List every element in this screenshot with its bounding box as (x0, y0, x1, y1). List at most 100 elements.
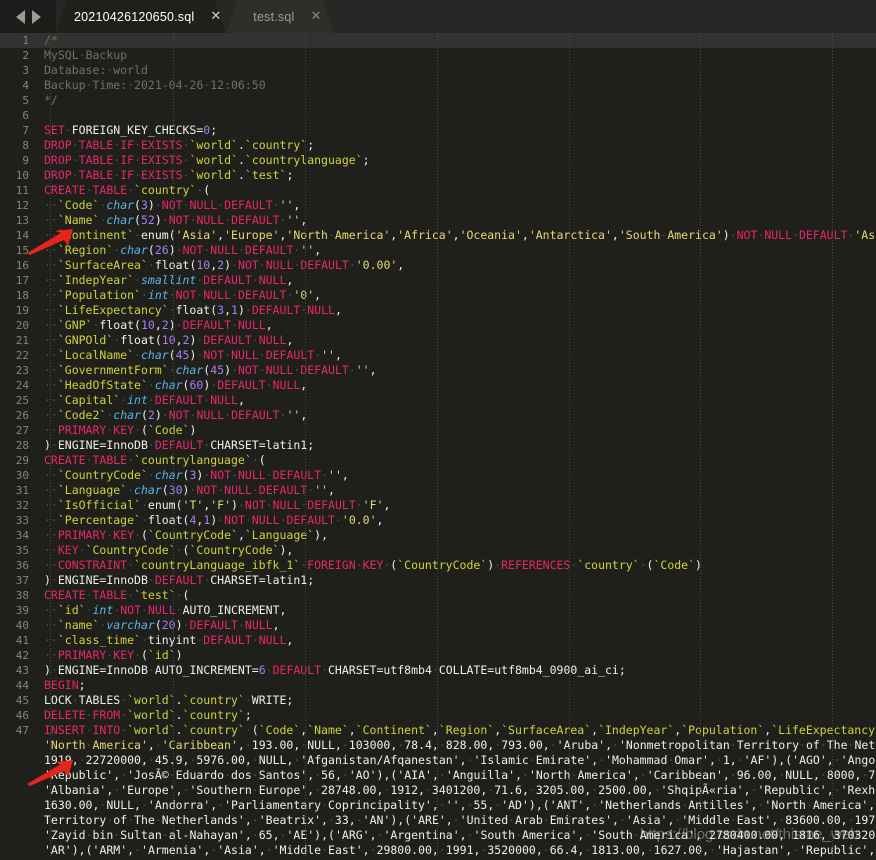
line-number: 32 (15, 499, 29, 512)
code-line[interactable]: 2 MySQL·Backup (0, 48, 876, 63)
code-text: 1630.00,·NULL,·'Andorra',·'Parliamentary… (44, 798, 876, 812)
line-number: 9 (22, 154, 29, 167)
code-line[interactable]: 24 ··`HeadOfState`·char(60)·DEFAULT·NULL, (0, 378, 876, 393)
code-line[interactable]: 31 ··`Language`·char(30)·NOT·NULL·DEFAULT… (0, 483, 876, 498)
code-text: CREATE·TABLE·`test`·( (44, 588, 190, 602)
line-number: 26 (15, 409, 29, 422)
code-line[interactable]: 38 CREATE·TABLE·`test`·( (0, 588, 876, 603)
code-text: 'Albania',·'Europe',·'Southern·Europe',·… (44, 783, 876, 797)
code-line[interactable]: 'North·America',·'Caribbean',·193.00,·NU… (0, 738, 876, 753)
tab-2[interactable]: test.sql ✕ (225, 0, 335, 33)
code-line[interactable]: 40 ··`name`·varchar(20)·DEFAULT·NULL, (0, 618, 876, 633)
code-line[interactable]: 10 DROP·TABLE·IF·EXISTS·`world`.`test`; (0, 168, 876, 183)
code-text: 1919,·22720000,·45.9,·5976.00,·NULL,·'Af… (44, 753, 876, 767)
code-text: ··`Percentage`·float(4,1)·NOT·NULL·DEFAU… (44, 513, 384, 527)
line-number: 47 (15, 724, 29, 737)
code-editor[interactable]: 1 /* 2 MySQL·Backup 3 Database:·world 4 Backup·… (0, 33, 876, 860)
code-text: Territory·of·The·Netherlands',·'Beatrix'… (44, 813, 876, 827)
code-text: )·ENGINE=InnoDB·DEFAULT·CHARSET=latin1; (44, 573, 315, 587)
code-line[interactable]: 'Albania',·'Europe',·'Southern·Europe',·… (0, 783, 876, 798)
code-line[interactable]: 30 ··`CountryCode`·char(3)·NOT·NULL·DEFAU… (0, 468, 876, 483)
code-line[interactable]: 29 CREATE·TABLE·`countrylanguage`·( (0, 453, 876, 468)
tab-label: test.sql (253, 9, 295, 24)
code-text: ··`LifeExpectancy`·float(3,1)·DEFAULT·NU… (44, 303, 342, 317)
code-line[interactable]: 42 ··PRIMARY·KEY·(`id`) (0, 648, 876, 663)
code-line[interactable]: 7 SET·FOREIGN_KEY_CHECKS=0; (0, 123, 876, 138)
code-line[interactable]: 3 Database:·world (0, 63, 876, 78)
code-line[interactable]: 45 LOCK·TABLES·`world`.`country`·WRITE; (0, 693, 876, 708)
close-icon[interactable]: ✕ (311, 10, 322, 23)
line-number (0, 753, 38, 768)
code-line[interactable]: 1919,·22720000,·45.9,·5976.00,·NULL,·'Af… (0, 753, 876, 768)
code-line[interactable]: 'Zayid·bin·Sultan·al-Nahayan',·65,·'AE')… (0, 828, 876, 843)
code-text: Backup·Time:·2021-04-26·12:06:50 (44, 78, 266, 92)
code-line[interactable]: 'AR'),('ARM',·'Armenia',·'Asia',·'Middle… (0, 843, 876, 858)
code-line[interactable]: 22 ··`LocalName`·char(45)·NOT·NULL·DEFAUL… (0, 348, 876, 363)
code-text: )·ENGINE=InnoDB·DEFAULT·CHARSET=latin1; (44, 438, 315, 452)
code-text: 'AR'),('ARM',·'Armenia',·'Asia',·'Middle… (44, 843, 876, 857)
code-line[interactable]: 25 ··`Capital`·int·DEFAULT·NULL, (0, 393, 876, 408)
code-line[interactable]: 36 ··CONSTRAINT·`countryLanguage_ibfk_1`·… (0, 558, 876, 573)
line-number: 3 (22, 64, 29, 77)
line-number: 10 (15, 169, 29, 182)
code-line[interactable]: 12 ··`Code`·char(3)·NOT·NULL·DEFAULT·'', (0, 198, 876, 213)
code-line[interactable]: 11 CREATE·TABLE·`country`·( (0, 183, 876, 198)
code-line[interactable]: 28)·ENGINE=InnoDB·DEFAULT·CHARSET=latin1… (0, 438, 876, 453)
code-line[interactable]: 37)·ENGINE=InnoDB·DEFAULT·CHARSET=latin1… (0, 573, 876, 588)
code-line[interactable]: 34 ··PRIMARY·KEY·(`CountryCode`,`Language… (0, 528, 876, 543)
code-text: LOCK·TABLES·`world`.`country`·WRITE; (44, 693, 294, 707)
code-text: ··`IndepYear`·smallint·DEFAULT·NULL, (44, 273, 294, 287)
code-line[interactable]: 26 ··`Code2`·char(2)·NOT·NULL·DEFAULT·'', (0, 408, 876, 423)
code-line[interactable]: 20 ··`GNP`·float(10,2)·DEFAULT·NULL, (0, 318, 876, 333)
code-line[interactable]: 1630.00,·NULL,·'Andorra',·'Parliamentary… (0, 798, 876, 813)
code-line[interactable]: 5 */ (0, 93, 876, 108)
code-text: ··`Population`·int·NOT·NULL·DEFAULT·'0', (44, 288, 322, 302)
code-line[interactable]: 39 ··`id`·int·NOT·NULL·AUTO_INCREMENT, (0, 603, 876, 618)
code-line[interactable]: 16 ··`SurfaceArea`·float(10,2)·NOT·NULL·D… (0, 258, 876, 273)
code-text: )·ENGINE=InnoDB·AUTO_INCREMENT=6·DEFAULT… (44, 663, 626, 677)
code-line[interactable]: 23 ··`GovernmentForm`·char(45)·NOT·NULL·D… (0, 363, 876, 378)
code-line[interactable]: 33 ··`Percentage`·float(4,1)·NOT·NULL·DEF… (0, 513, 876, 528)
line-number: 18 (15, 289, 29, 302)
code-line[interactable]: 35 ··KEY·`CountryCode`·(`CountryCode`), (0, 543, 876, 558)
code-text: ··`class_time`·tinyint·DEFAULT·NULL, (44, 633, 294, 647)
code-line[interactable]: 17 ··`IndepYear`·smallint·DEFAULT·NULL, (0, 273, 876, 288)
code-line[interactable]: 32 ··`IsOfficial`·enum('T','F')·NOT·NULL·… (0, 498, 876, 513)
code-line[interactable]: 14 ··`Continent`·enum('Asia','Europe','No… (0, 228, 876, 243)
line-number: 33 (15, 514, 29, 527)
line-number (0, 813, 38, 828)
code-line[interactable]: 27 ··PRIMARY·KEY·(`Code`) (0, 423, 876, 438)
close-icon[interactable]: ✕ (210, 10, 221, 23)
code-line[interactable]: 43)·ENGINE=InnoDB·AUTO_INCREMENT=6·DEFAU… (0, 663, 876, 678)
code-line[interactable]: 8 DROP·TABLE·IF·EXISTS·`world`.`country`; (0, 138, 876, 153)
code-line[interactable]: 44 BEGIN; (0, 678, 876, 693)
code-line[interactable]: 6 (0, 108, 876, 123)
line-number: 40 (15, 619, 29, 632)
code-line[interactable]: 'Republic',·'JosÃ©·Eduardo·dos·Santos',·… (0, 768, 876, 783)
code-text: ··`Code2`·char(2)·NOT·NULL·DEFAULT·'', (44, 408, 308, 422)
code-text: DELETE·FROM·`world`.`country`; (44, 708, 252, 722)
code-line[interactable]: 21 ··`GNPOld`·float(10,2)·DEFAULT·NULL, (0, 333, 876, 348)
code-line[interactable]: 47 INSERT·INTO·`world`.`country`·(`Code`,… (0, 723, 876, 738)
code-line[interactable]: 1 /* (0, 33, 876, 48)
tab-1[interactable]: 20210426120650.sql ✕ (46, 0, 235, 33)
code-line[interactable]: 4 Backup·Time:·2021-04-26·12:06:50 (0, 78, 876, 93)
code-line[interactable]: 9 DROP·TABLE·IF·EXISTS·`world`.`countryla… (0, 153, 876, 168)
code-line[interactable]: 13 ··`Name`·char(52)·NOT·NULL·DEFAULT·'', (0, 213, 876, 228)
code-line[interactable]: 15 ··`Region`·char(26)·NOT·NULL·DEFAULT·'… (0, 243, 876, 258)
code-line[interactable]: 18 ··`Population`·int·NOT·NULL·DEFAULT·'0… (0, 288, 876, 303)
triangle-right-icon[interactable] (31, 9, 41, 24)
code-line[interactable]: Territory·of·The·Netherlands',·'Beatrix'… (0, 813, 876, 828)
line-number: 17 (15, 274, 29, 287)
code-text: */ (44, 93, 58, 107)
code-line[interactable]: 19 ··`LifeExpectancy`·float(3,1)·DEFAULT·… (0, 303, 876, 318)
triangle-left-icon[interactable] (15, 9, 25, 24)
line-number: 2 (22, 49, 29, 62)
code-line[interactable]: 41 ··`class_time`·tinyint·DEFAULT·NULL, (0, 633, 876, 648)
code-line[interactable]: 46 DELETE·FROM·`world`.`country`; (0, 708, 876, 723)
code-text: 'Zayid·bin·Sultan·al-Nahayan',·65,·'AE')… (44, 828, 876, 842)
code-text: CREATE·TABLE·`country`·( (44, 183, 211, 197)
code-text: ··`CountryCode`·char(3)·NOT·NULL·DEFAULT… (44, 468, 349, 482)
line-number: 22 (15, 349, 29, 362)
